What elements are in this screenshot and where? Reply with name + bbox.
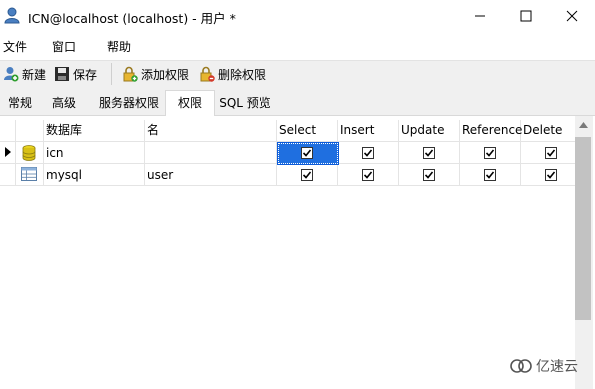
menu-file[interactable]: 文件 bbox=[3, 38, 27, 55]
remove-lock-icon bbox=[200, 66, 215, 82]
tab-sql-preview[interactable]: SQL 预览 bbox=[214, 92, 276, 114]
new-button-label: 新建 bbox=[22, 67, 47, 82]
checkmark-icon bbox=[303, 171, 311, 179]
minimize-button[interactable] bbox=[457, 0, 503, 32]
checkmark-icon bbox=[547, 149, 555, 157]
select-checkbox[interactable] bbox=[301, 147, 313, 159]
table-icon bbox=[21, 167, 37, 181]
column-header-select[interactable]: Select bbox=[277, 120, 337, 141]
maximize-icon bbox=[520, 10, 532, 22]
row-database-cell[interactable]: mysql bbox=[44, 164, 144, 186]
add-user-icon bbox=[4, 67, 19, 82]
select-checkbox[interactable] bbox=[301, 169, 313, 181]
minimize-icon bbox=[475, 15, 485, 17]
checkmark-icon bbox=[303, 149, 311, 157]
add-lock-icon bbox=[123, 66, 138, 82]
column-header-reference[interactable]: Reference bbox=[460, 120, 522, 141]
tab-general[interactable]: 常规 bbox=[0, 92, 40, 114]
column-header-update[interactable]: Update bbox=[399, 120, 459, 141]
checkmark-icon bbox=[486, 149, 494, 157]
checkmark-icon bbox=[364, 171, 372, 179]
user-icon bbox=[4, 7, 20, 24]
new-button[interactable]: 新建 bbox=[3, 65, 46, 83]
add-privilege-button[interactable]: 添加权限 bbox=[122, 65, 189, 83]
close-icon bbox=[566, 10, 578, 22]
insert-checkbox[interactable] bbox=[362, 169, 374, 181]
delete-privilege-button[interactable]: 删除权限 bbox=[199, 65, 266, 83]
reference-checkbox[interactable] bbox=[484, 147, 496, 159]
title-bar: ICN@localhost (localhost) - 用户 * bbox=[0, 0, 595, 32]
update-checkbox[interactable] bbox=[423, 147, 435, 159]
tab-strip bbox=[0, 89, 595, 116]
row-name-cell[interactable] bbox=[145, 142, 275, 164]
grid-line bbox=[15, 120, 16, 186]
database-icon bbox=[22, 145, 36, 161]
current-row-indicator-icon bbox=[5, 147, 11, 157]
delete-checkbox[interactable] bbox=[545, 169, 557, 181]
tab-advanced[interactable]: 高级 bbox=[43, 92, 85, 114]
row-database-cell[interactable]: icn bbox=[44, 142, 144, 164]
window-title: ICN@localhost (localhost) - 用户 * bbox=[28, 11, 236, 26]
delete-checkbox[interactable] bbox=[545, 147, 557, 159]
reference-checkbox[interactable] bbox=[484, 169, 496, 181]
maximize-button[interactable] bbox=[503, 0, 549, 32]
checkmark-icon bbox=[425, 171, 433, 179]
watermark: 亿速云 bbox=[510, 355, 578, 377]
row-name-cell[interactable]: user bbox=[145, 164, 275, 186]
menu-bar bbox=[0, 32, 595, 60]
checkmark-icon bbox=[364, 149, 372, 157]
save-icon bbox=[55, 67, 69, 81]
menu-help[interactable]: 帮助 bbox=[107, 38, 131, 55]
insert-checkbox[interactable] bbox=[362, 147, 374, 159]
checkmark-icon bbox=[486, 171, 494, 179]
save-button[interactable]: 保存 bbox=[54, 65, 97, 83]
update-checkbox[interactable] bbox=[423, 169, 435, 181]
scroll-up-icon[interactable] bbox=[579, 122, 588, 128]
scrollbar-thumb[interactable] bbox=[575, 137, 591, 320]
save-button-label: 保存 bbox=[73, 67, 98, 82]
yisu-logo-icon bbox=[510, 359, 532, 373]
watermark-text: 亿速云 bbox=[536, 359, 578, 375]
column-header-database[interactable]: 数据库 bbox=[44, 120, 144, 141]
checkmark-icon bbox=[547, 171, 555, 179]
menu-window[interactable]: 窗口 bbox=[52, 38, 76, 55]
checkmark-icon bbox=[425, 149, 433, 157]
close-button[interactable] bbox=[549, 0, 595, 32]
delete-privilege-label: 删除权限 bbox=[218, 67, 267, 82]
column-header-name[interactable]: 名 bbox=[145, 120, 275, 141]
add-privilege-label: 添加权限 bbox=[141, 67, 190, 82]
toolbar-separator bbox=[111, 63, 112, 85]
tab-privileges[interactable]: 权限 bbox=[165, 90, 215, 116]
column-header-delete[interactable]: Delete bbox=[521, 120, 575, 141]
tab-server-privileges[interactable]: 服务器权限 bbox=[92, 92, 166, 114]
column-header-insert[interactable]: Insert bbox=[338, 120, 398, 141]
